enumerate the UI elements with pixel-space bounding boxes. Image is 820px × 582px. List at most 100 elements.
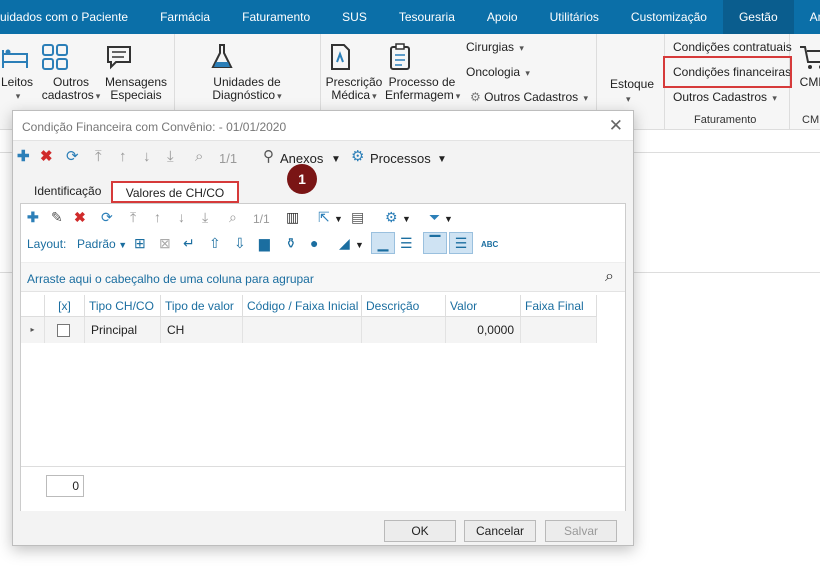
outros-cadastros3-menu[interactable]: Outros Cadastros ▾ [673, 90, 777, 104]
chart-icon[interactable]: ◢ [339, 235, 350, 251]
row-checkbox[interactable] [57, 324, 70, 338]
paperclip-icon[interactable]: ⚲ [263, 148, 274, 166]
add-icon[interactable]: ✚ [17, 148, 30, 166]
mensagens-especiais-button[interactable]: Mensagens Especiais [104, 42, 168, 102]
upload-icon[interactable]: ⇧ [209, 235, 221, 251]
layout-select[interactable]: Padrão ▼ [77, 236, 127, 253]
processo-enfermagem-button[interactable]: Processo de Enfermagem ▾ [385, 42, 460, 103]
chevron-down-icon[interactable]: ▼ [355, 237, 364, 253]
column-header-tipo-ch-co[interactable]: Tipo CH/CO [85, 295, 161, 317]
footer-toggle-icon[interactable]: ▁ [371, 232, 395, 254]
estoque-menu[interactable]: Estoque ▾ [610, 77, 654, 105]
row-expand-icon[interactable]: ▸ [21, 317, 45, 343]
cell-faixa-final[interactable] [521, 317, 597, 343]
cirurgias-menu[interactable]: Cirurgias ▾ [466, 40, 524, 54]
cme-button[interactable]: CME [798, 42, 820, 89]
add-icon[interactable]: ✚ [27, 209, 39, 225]
leitos-button[interactable]: Leitos ▾ [0, 42, 34, 103]
edit-icon[interactable]: ✎ [51, 209, 63, 225]
condicoes-contratuais-item[interactable]: Condições contratuais [673, 40, 792, 54]
search-icon[interactable]: ⌕ [229, 209, 237, 225]
column-header-valor[interactable]: Valor [446, 295, 521, 317]
header-toggle-icon[interactable]: ▔ [423, 232, 447, 254]
gear-icon[interactable]: ⚙ [385, 209, 398, 225]
spellcheck-icon[interactable]: ABC [481, 237, 498, 253]
ok-button[interactable]: OK [384, 520, 456, 542]
cancel-button[interactable]: Cancelar [464, 520, 536, 542]
menu-sus[interactable]: SUS [326, 0, 383, 34]
record-count: 0 [46, 475, 84, 497]
refresh-icon[interactable]: ⟳ [101, 209, 113, 225]
menu-cuidados[interactable]: uidados com o Paciente [0, 0, 144, 34]
chevron-down-icon[interactable]: ▼ [331, 151, 341, 169]
menu-gestao[interactable]: Gestão [722, 0, 794, 34]
menu-utilitarios[interactable]: Utilitários [534, 0, 615, 34]
prescricao-medica-button[interactable]: Prescrição Médica ▾ [325, 42, 383, 103]
next-record-icon[interactable]: ↓ [143, 148, 151, 166]
chevron-down-icon[interactable]: ▼ [402, 211, 411, 227]
last-record-icon[interactable]: ⤓ [167, 148, 174, 166]
cell-valor[interactable]: 0,0000 [446, 317, 521, 343]
columns-icon[interactable]: ▥ [286, 209, 299, 225]
column-header-select[interactable]: [x] [45, 295, 85, 317]
close-icon[interactable]: ✕ [609, 116, 623, 136]
row-lines-icon[interactable]: ☰ [400, 235, 413, 251]
tab-valores-ch-co[interactable]: Valores de CH/CO [111, 181, 239, 203]
cirurgias-label: Cirurgias [466, 40, 515, 54]
processos-button[interactable]: Processos [370, 151, 431, 166]
row-indicator-header [21, 295, 45, 317]
menu-farmacia[interactable]: Farmácia [144, 0, 226, 34]
dialog-titlebar: Condição Financeira com Convênio: - 01/0… [13, 111, 633, 141]
outros-cadastros3-label: Outros Cadastros [673, 90, 768, 104]
delete-icon[interactable]: ✖ [74, 209, 86, 225]
faturamento-group-label: Faturamento [694, 114, 757, 126]
chevron-down-icon[interactable]: ▼ [437, 151, 447, 169]
menu-customizacao[interactable]: Customização [615, 0, 723, 34]
next-record-icon[interactable]: ↓ [178, 209, 185, 225]
last-record-icon[interactable]: ⤓ [202, 209, 208, 225]
group-panel-toggle-icon[interactable]: ☰ [449, 232, 473, 254]
pin-icon[interactable]: ⚱ [285, 235, 297, 251]
cell-tipo-valor[interactable]: CH [161, 317, 243, 343]
oncologia-menu[interactable]: Oncologia ▾ [466, 65, 530, 79]
group-by-panel[interactable]: Arraste aqui o cabeçalho de uma coluna p… [21, 262, 625, 292]
refresh-icon[interactable]: ⟳ [66, 148, 79, 166]
tab-identificacao[interactable]: Identificação [28, 181, 107, 203]
export-icon[interactable]: ⇱ [318, 209, 330, 225]
column-header-tipo-valor[interactable]: Tipo de valor [161, 295, 243, 317]
cart-icon [798, 42, 820, 72]
outros-cadastros-menu[interactable]: ⚙ Outros Cadastros ▾ [470, 90, 588, 104]
chevron-down-icon: ▾ [772, 93, 777, 103]
search-icon[interactable]: ⌕ [195, 148, 203, 166]
column-header-descricao[interactable]: Descrição [362, 295, 446, 317]
cell-descricao[interactable] [362, 317, 446, 343]
menu-ambiente[interactable]: Ambiente [794, 0, 820, 34]
unidades-diagnostico-button[interactable]: Unidades de Diagnóstico ▾ [207, 42, 287, 103]
menu-apoio[interactable]: Apoio [471, 0, 534, 34]
column-header-codigo-faixa-inicial[interactable]: Código / Faixa Inicial [243, 295, 362, 317]
apply-layout-icon[interactable]: ↵ [183, 235, 195, 251]
first-record-icon[interactable]: ⤒ [95, 148, 102, 166]
remove-layout-icon[interactable]: ⊠ [159, 235, 171, 251]
paint-icon[interactable]: ▆ [259, 235, 270, 251]
chevron-down-icon[interactable]: ▼ [444, 211, 453, 227]
first-record-icon[interactable]: ⤒ [130, 209, 136, 225]
menu-tesouraria[interactable]: Tesouraria [383, 0, 471, 34]
delete-icon[interactable]: ✖ [40, 148, 53, 166]
shapes-icon[interactable]: ● [310, 235, 318, 251]
download-icon[interactable]: ⇩ [234, 235, 246, 251]
column-header-faixa-final[interactable]: Faixa Final [521, 295, 597, 317]
previous-record-icon[interactable]: ↑ [154, 209, 161, 225]
add-layout-icon[interactable]: ⊞ [134, 235, 146, 251]
document-icon[interactable]: ▤ [351, 209, 364, 225]
menu-faturamento[interactable]: Faturamento [226, 0, 326, 34]
chevron-down-icon[interactable]: ▼ [334, 211, 343, 227]
save-button[interactable]: Salvar [545, 520, 617, 542]
flask-icon [207, 42, 287, 72]
filter-icon[interactable]: ⏷ [429, 209, 440, 225]
cell-codigo-faixa-inicial[interactable] [243, 317, 362, 343]
outros-cadastros-button[interactable]: Outros cadastros ▾ [40, 42, 102, 103]
cell-tipo-ch-co[interactable]: Principal [85, 317, 161, 343]
search-icon[interactable]: ⌕ [605, 268, 614, 286]
previous-record-icon[interactable]: ↑ [119, 148, 127, 166]
